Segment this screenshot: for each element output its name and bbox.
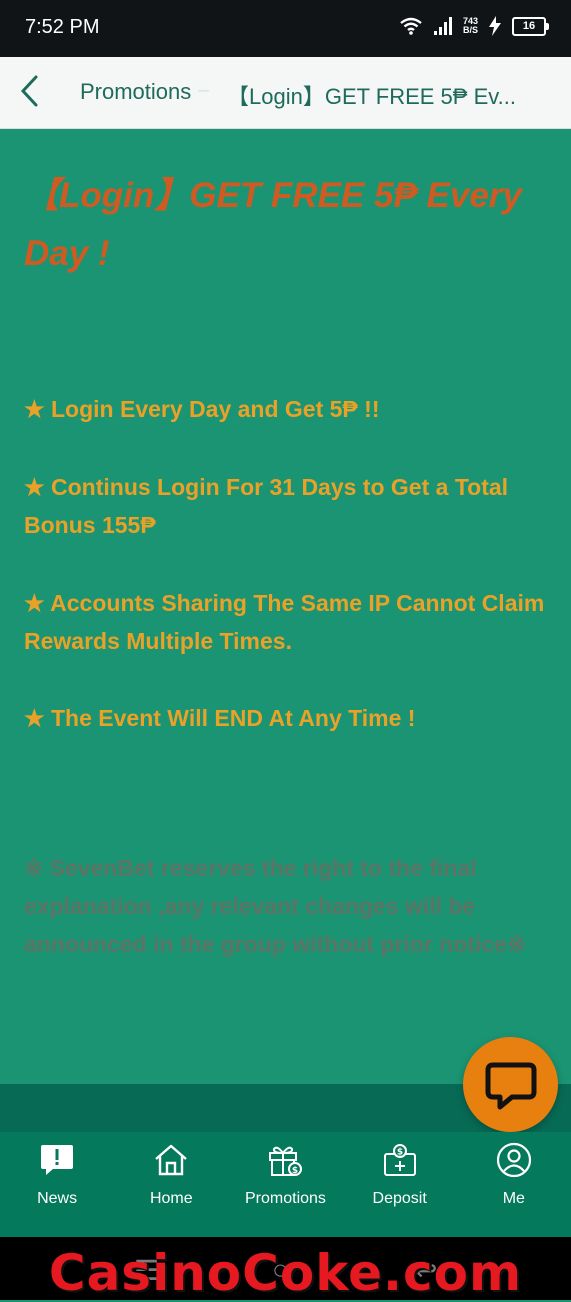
disclaimer-text: ※ SevenBet reserves the right to the fin… <box>24 855 527 957</box>
user-icon <box>496 1142 531 1178</box>
svg-text:$: $ <box>292 1166 298 1176</box>
battery-indicator: 16 <box>512 16 549 36</box>
deposit-icon: $ <box>383 1144 416 1176</box>
net-speed: 743 B/S <box>463 17 478 35</box>
tab-label: Deposit <box>372 1190 427 1207</box>
status-icons: 743 B/S 16 <box>399 16 549 36</box>
rule-item: ★ The Event Will END At Any Time ! <box>24 705 416 731</box>
bottom-tab-bar: News Home $ Promotions $ Deposit Me <box>0 1132 571 1237</box>
breadcrumb-promotions[interactable]: Promotions <box>80 79 191 105</box>
tab-home[interactable]: Home <box>114 1132 228 1237</box>
chevron-left-icon <box>20 75 38 107</box>
live-chat-button[interactable] <box>463 1037 558 1132</box>
status-time: 7:52 PM <box>25 16 100 38</box>
signal-icon <box>433 17 452 35</box>
rule-item: ★ Accounts Sharing The Same IP Cannot Cl… <box>24 590 545 654</box>
tab-label: News <box>37 1190 78 1207</box>
tab-news[interactable]: News <box>0 1132 114 1237</box>
net-speed-unit: B/S <box>462 25 478 35</box>
rule-item: ★ Continus Login For 31 Days to Get a To… <box>24 474 509 538</box>
tab-promotions[interactable]: $ Promotions <box>228 1132 342 1237</box>
tab-label: Promotions <box>245 1190 326 1207</box>
app-bar: Promotions – 【Login】GET FREE 5₱ Ev... <box>0 57 571 129</box>
news-icon <box>41 1145 74 1175</box>
watermark-logo: CasinoCoke.com <box>48 1244 523 1302</box>
breadcrumb-separator: – <box>198 79 210 101</box>
gift-icon: $ <box>269 1146 303 1176</box>
tab-label: Home <box>149 1190 193 1207</box>
breadcrumb-current: 【Login】GET FREE 5₱ Ev... <box>227 84 516 109</box>
promotion-title: 【Login】GET FREE 5₱ Every Day ! <box>24 176 522 273</box>
svg-text:$: $ <box>397 1148 403 1158</box>
tab-label: Me <box>502 1190 525 1207</box>
charging-icon <box>489 16 501 36</box>
rule-item: ★ Login Every Day and Get 5₱ !! <box>24 396 380 422</box>
promotion-content: 【Login】GET FREE 5₱ Every Day ! ★ Login E… <box>0 129 571 1084</box>
tab-deposit[interactable]: $ Deposit <box>343 1132 457 1237</box>
wifi-icon <box>400 17 422 35</box>
tab-me[interactable]: Me <box>457 1132 571 1237</box>
status-bar: 7:52 PM 743 B/S 16 <box>0 0 571 57</box>
back-button[interactable] <box>14 71 50 111</box>
chat-bubble-icon <box>485 1062 537 1110</box>
home-icon <box>155 1144 188 1176</box>
